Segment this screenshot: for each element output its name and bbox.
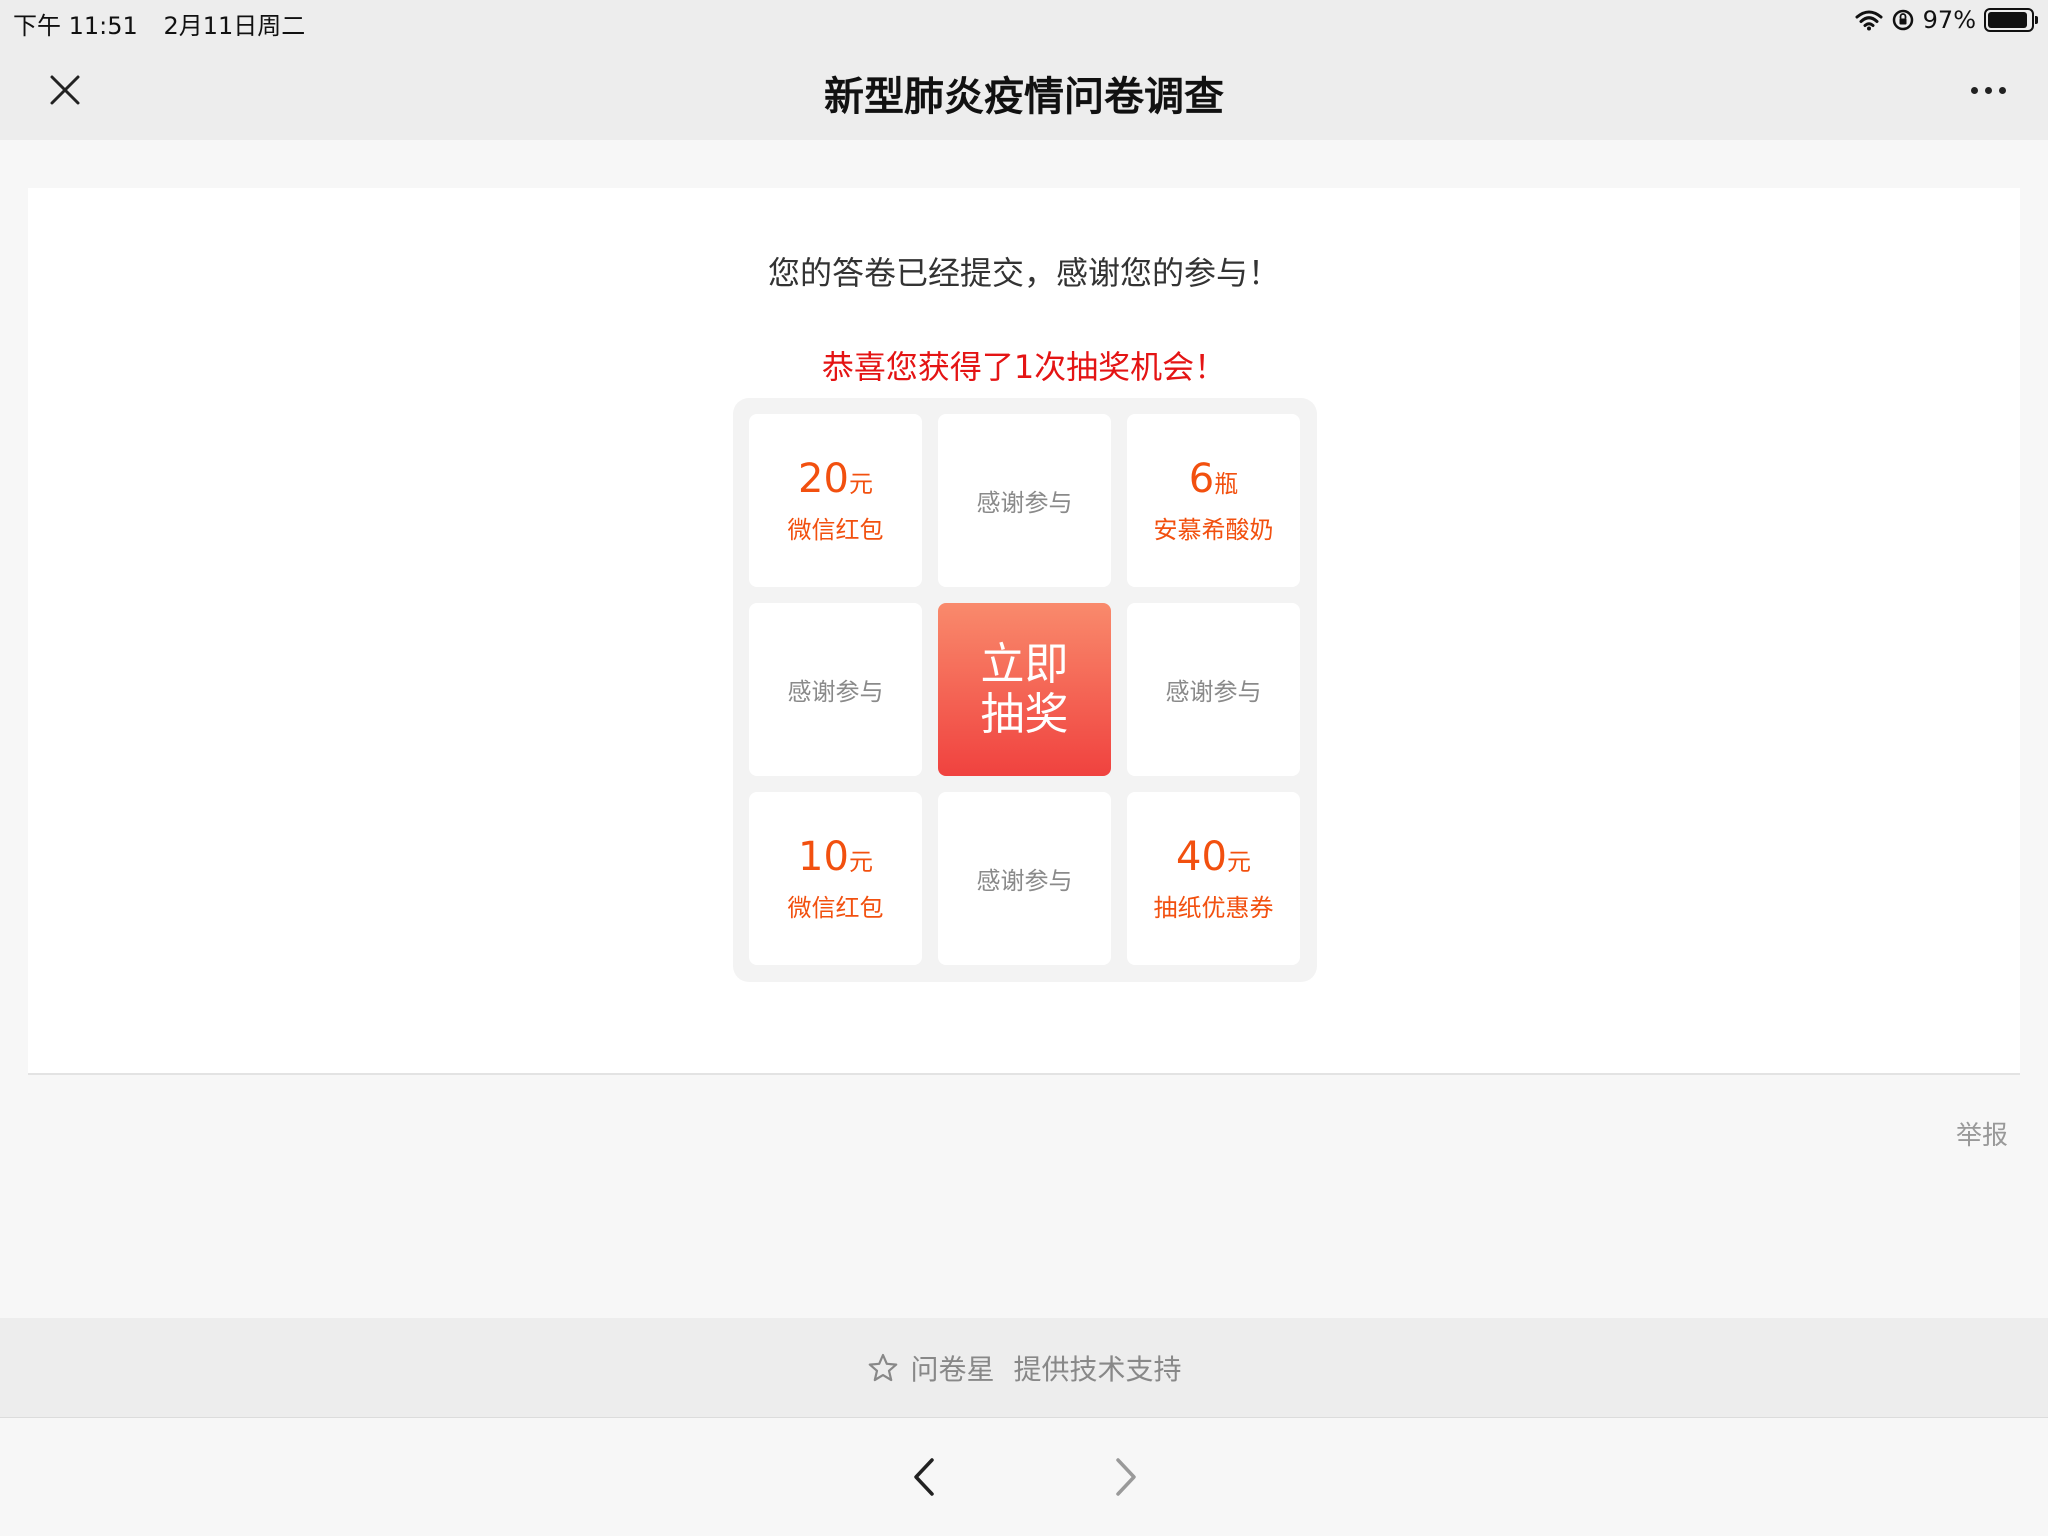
lottery-cell-thanks: 感谢参与 [938,414,1111,587]
lottery-cell-thanks: 感谢参与 [1127,603,1300,776]
star-icon [868,1353,897,1381]
thanks-label: 感谢参与 [787,678,884,706]
status-date-text: 2月11日周二 [163,12,306,40]
prize-name: 安慕希酸奶 [1153,515,1274,544]
draw-button-line1: 立即 [980,638,1069,690]
prize-name: 微信红包 [787,515,884,544]
prize-amount: 6瓶 [1188,455,1239,502]
battery-percent: 97% [1922,6,1976,34]
footer-text[interactable]: 问卷星 提供技术支持 [911,1348,1182,1388]
rotation-lock-icon [1892,9,1913,31]
status-time: 下午 11:51 2月11日周二 [13,6,305,41]
thanks-label: 感谢参与 [976,867,1073,895]
draw-button-line2: 抽奖 [980,688,1069,740]
lottery-cell-prize: 6瓶 安慕希酸奶 [1127,414,1300,587]
chevron-right-icon [1116,1458,1136,1496]
footer-brand: 问卷星 [910,1352,995,1386]
battery-fill [1988,12,2028,28]
result-card: 您的答卷已经提交，感谢您的参与！ 恭喜您获得了1次抽奖机会！ 20元 微信红包 … [28,188,2020,1075]
draw-button[interactable]: 立即 抽奖 [938,603,1111,776]
lottery-grid: 20元 微信红包 感谢参与 6瓶 安慕希酸奶 感谢参与 立即 抽奖 感谢参与 1… [733,398,1317,982]
nav-bar: 新型肺炎疫情问卷调查 [0,40,2048,140]
congrats-message: 恭喜您获得了1次抽奖机会！ [821,348,1227,386]
prize-name: 抽纸优惠券 [1153,893,1274,922]
prize-name: 微信红包 [787,893,884,922]
lottery-cell-thanks: 感谢参与 [749,603,922,776]
forward-button[interactable] [1100,1452,1150,1502]
prize-amount: 10元 [798,833,873,880]
page-title: 新型肺炎疫情问卷调查 [824,74,1224,120]
report-link[interactable]: 举报 [1956,1115,2008,1152]
submitted-message: 您的答卷已经提交，感谢您的参与！ [767,254,1280,292]
back-button[interactable] [900,1452,950,1502]
footer: 问卷星 提供技术支持 [0,1318,2048,1418]
status-indicators: 97% [1855,6,2038,34]
prize-unit: 元 [1226,847,1251,876]
more-dot [1970,86,1978,94]
prize-amount: 40元 [1176,833,1251,880]
wifi-icon [1855,10,1883,31]
chevron-left-icon [914,1458,934,1496]
more-dot [1984,86,1992,94]
lottery-cell-thanks: 感谢参与 [938,792,1111,965]
prize-unit: 元 [848,469,873,498]
lottery-cell-prize: 40元 抽纸优惠券 [1127,792,1300,965]
lottery-cell-prize: 10元 微信红包 [749,792,922,965]
prize-unit: 瓶 [1214,469,1239,498]
footer-support: 提供技术支持 [1013,1352,1182,1386]
thanks-label: 感谢参与 [1165,678,1262,706]
status-bar: 下午 11:51 2月11日周二 97% [0,0,2048,40]
bottom-toolbar [0,1418,2048,1536]
thanks-label: 感谢参与 [976,489,1073,517]
prize-amount: 20元 [798,455,873,502]
lottery-cell-prize: 20元 微信红包 [749,414,922,587]
prize-unit: 元 [848,847,873,876]
status-time-text: 下午 11:51 [13,12,138,40]
battery-icon [1984,8,2038,32]
more-dot [1998,86,2006,94]
more-button[interactable] [1958,65,2018,115]
